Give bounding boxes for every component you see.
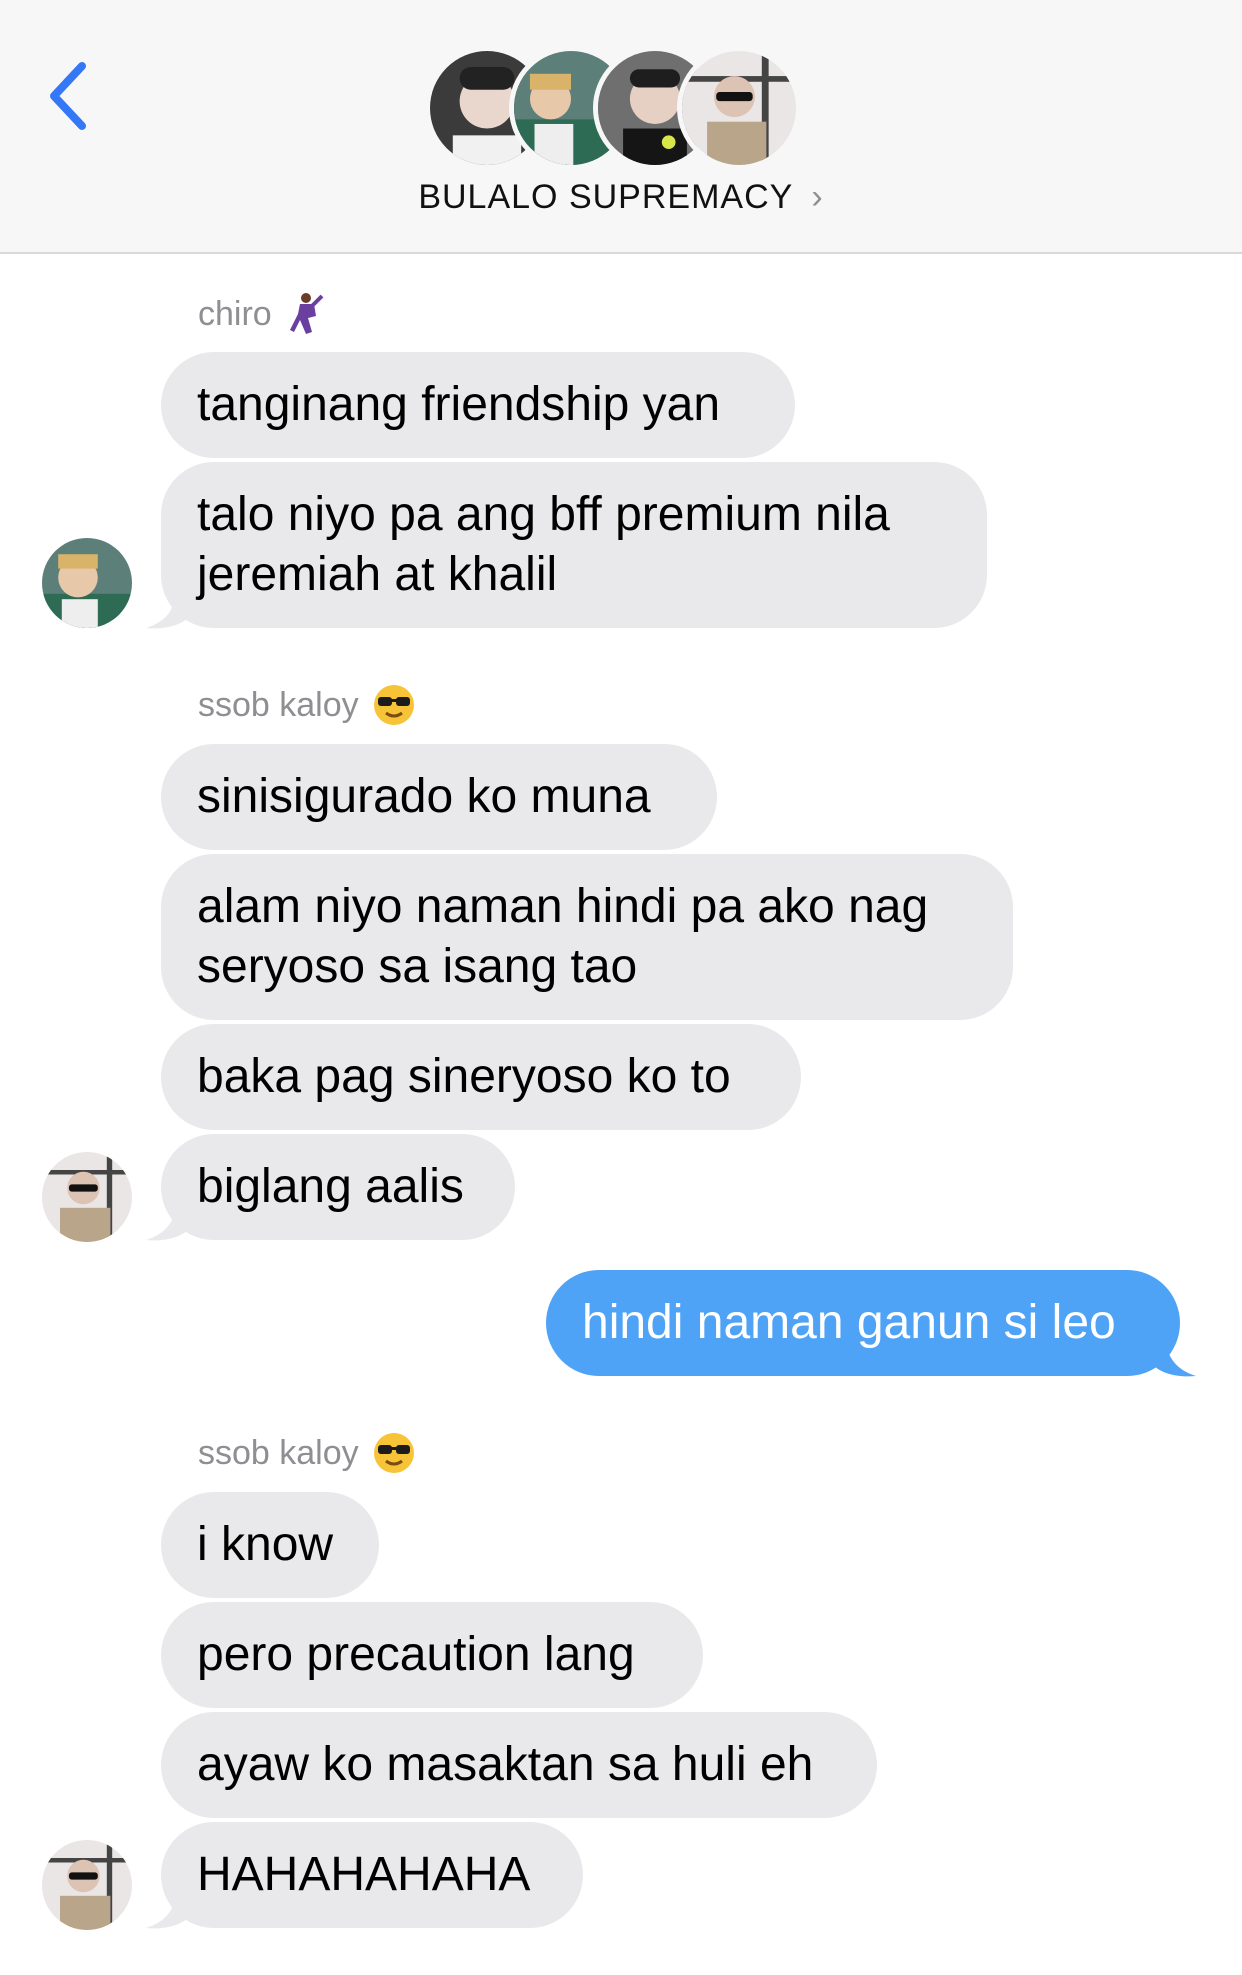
- dancing-man-emoji: [286, 292, 326, 336]
- message-bubble[interactable]: pero precaution lang: [161, 1602, 703, 1708]
- back-button[interactable]: [44, 58, 94, 134]
- sender-name-chiro: chiro: [198, 292, 326, 336]
- message-bubble[interactable]: i know: [161, 1492, 379, 1598]
- chevron-left-icon: [50, 62, 86, 130]
- sunglasses-emoji: [373, 684, 415, 726]
- sunglasses-emoji: [373, 1432, 415, 1474]
- bubble-tail: [1150, 1338, 1196, 1377]
- message-bubble[interactable]: tanginang friendship yan: [161, 352, 795, 458]
- my-message-bubble[interactable]: hindi naman ganun si leo: [546, 1270, 1180, 1376]
- chat-header: BULALO SUPREMACY ›: [0, 0, 1242, 254]
- message-bubble[interactable]: biglang aalis: [161, 1134, 515, 1240]
- sender-name-kaloy: ssob kaloy: [198, 684, 415, 726]
- message-bubble[interactable]: talo niyo pa ang bff premium nila jeremi…: [161, 462, 987, 628]
- message-bubble[interactable]: baka pag sineryoso ko to: [161, 1024, 801, 1130]
- sender-name-kaloy: ssob kaloy: [198, 1432, 415, 1474]
- message-bubble[interactable]: ayaw ko masaktan sa huli eh: [161, 1712, 877, 1818]
- group-name: BULALO SUPREMACY: [418, 178, 794, 216]
- group-avatars[interactable]: [425, 42, 815, 172]
- group-title[interactable]: BULALO SUPREMACY ›: [0, 178, 1242, 217]
- message-bubble[interactable]: HAHAHAHAHA: [161, 1822, 583, 1928]
- avatar-kaloy[interactable]: [42, 1152, 132, 1242]
- avatar-chiro[interactable]: [42, 538, 132, 628]
- bubble-tail: [146, 590, 192, 629]
- chevron-right-icon: ›: [811, 178, 824, 216]
- bubble-tail: [146, 1202, 192, 1241]
- message-bubble[interactable]: alam niyo naman hindi pa ako nag seryoso…: [161, 854, 1013, 1020]
- message-bubble[interactable]: sinisigurado ko muna: [161, 744, 717, 850]
- bubble-tail: [146, 1890, 192, 1929]
- group-member-avatar: [677, 46, 801, 170]
- avatar-kaloy[interactable]: [42, 1840, 132, 1930]
